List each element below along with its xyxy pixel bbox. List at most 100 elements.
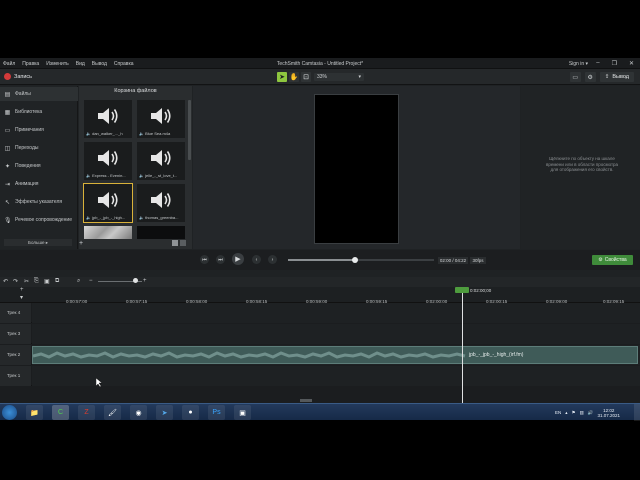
collapse-tracks-icon[interactable]: ▾ bbox=[20, 294, 23, 301]
media-item[interactable]: 🔈 thomas_greenba... bbox=[137, 184, 185, 222]
sidebar-item-annotations[interactable]: ▭ Примечания bbox=[0, 123, 78, 137]
redo-icon[interactable]: ↷ bbox=[13, 278, 18, 285]
screen-icon[interactable]: ▭ bbox=[569, 72, 581, 82]
sidebar-item-voice-narration[interactable]: 🎙 Речевое сопровождение bbox=[0, 213, 78, 227]
zoom-icon[interactable]: ⌕ bbox=[77, 278, 80, 285]
behavior-icon: ✦ bbox=[4, 163, 11, 170]
sidebar-item-behaviors[interactable]: ✦ Поведения bbox=[0, 159, 78, 173]
close-button[interactable]: ✕ bbox=[629, 60, 634, 67]
network-icon[interactable]: ▥ bbox=[580, 410, 584, 416]
preview-canvas[interactable] bbox=[314, 94, 399, 244]
volume-icon[interactable]: 🔊 bbox=[588, 410, 594, 416]
chevron-down-icon: ▾ bbox=[358, 74, 361, 80]
film-icon: ▤ bbox=[4, 91, 11, 98]
menu-modify[interactable]: Изменить bbox=[46, 61, 69, 67]
properties-button[interactable]: ⚙ Свойства bbox=[592, 255, 633, 265]
sidebar-item-cursor-effects[interactable]: ↖ Эффекты указателя bbox=[0, 195, 78, 209]
chrome-icon[interactable]: ◉ bbox=[130, 405, 147, 420]
camtasia-window: Файл Правка Изменить Вид Вывод Справка T… bbox=[0, 58, 640, 403]
media-item-selected[interactable]: 🔈 jpb_-_jpb_-_high... bbox=[83, 183, 133, 223]
explorer-icon[interactable]: 📁 bbox=[26, 405, 43, 420]
zoom-in-icon[interactable]: + bbox=[143, 278, 147, 284]
media-item[interactable]: 🔈 jelle_-_st_love_t... bbox=[137, 142, 185, 180]
grid-view-icon[interactable] bbox=[172, 240, 178, 246]
system-tray: EN ▴ ⚑ ▥ 🔊 12:02 31.07.2021 bbox=[555, 404, 640, 421]
track-lane[interactable] bbox=[32, 324, 640, 344]
signin-link[interactable]: Sign in ▾ bbox=[569, 61, 588, 67]
pointer-tool-icon[interactable]: ➤ bbox=[277, 72, 287, 82]
sidebar-item-transitions[interactable]: ◫ Переходы bbox=[0, 141, 78, 155]
cut-icon[interactable]: ✂ bbox=[24, 278, 29, 285]
track-label[interactable]: Трек 1 bbox=[0, 366, 31, 386]
zoom-select[interactable]: 33% ▾ bbox=[314, 73, 364, 81]
undo-icon[interactable]: ↶ bbox=[3, 278, 8, 285]
minimize-button[interactable]: – bbox=[596, 60, 599, 67]
media-item-image[interactable] bbox=[84, 226, 132, 239]
photoshop-icon[interactable]: Ps bbox=[208, 405, 225, 420]
menu-file[interactable]: Файл bbox=[3, 61, 15, 67]
maximize-button[interactable]: ❐ bbox=[612, 60, 617, 67]
media-item[interactable]: 🔈 dan_walker_..._h bbox=[84, 100, 132, 138]
track-label[interactable]: Трек 3 bbox=[0, 324, 31, 344]
step-forward-icon[interactable]: ⏭ bbox=[216, 255, 225, 264]
camtasia-icon[interactable]: C bbox=[52, 405, 69, 420]
animation-icon: ⇥ bbox=[4, 181, 11, 188]
split-icon[interactable]: ⧉ bbox=[55, 278, 59, 285]
start-button[interactable] bbox=[2, 405, 17, 420]
clock[interactable]: 12:02 31.07.2021 bbox=[597, 408, 620, 418]
media-bin-scrollbar[interactable] bbox=[188, 100, 191, 160]
add-media-icon[interactable]: + bbox=[79, 240, 83, 247]
gear-icon[interactable]: ⚙ bbox=[584, 72, 596, 82]
previous-clip-icon[interactable]: ‹ bbox=[252, 255, 261, 264]
menu-edit[interactable]: Правка bbox=[22, 61, 39, 67]
more-button[interactable]: Больше ▸ bbox=[4, 239, 72, 246]
menu-view[interactable]: Вид bbox=[76, 61, 85, 67]
sidebar-item-library[interactable]: ▦ Библиотека bbox=[0, 105, 78, 119]
recorder-icon[interactable]: ▣ bbox=[234, 405, 251, 420]
paint-icon[interactable]: 🖌 bbox=[104, 405, 121, 420]
track-label[interactable]: Трек 2 bbox=[0, 345, 31, 365]
language-indicator[interactable]: EN bbox=[555, 410, 561, 415]
playhead-line[interactable] bbox=[462, 287, 463, 403]
crop-tool-icon[interactable]: ⊡ bbox=[301, 72, 311, 82]
track-label[interactable]: Трек 4 bbox=[0, 303, 31, 323]
filezilla-icon[interactable]: Z bbox=[78, 405, 95, 420]
speaker-icon bbox=[151, 150, 171, 166]
audio-clip[interactable]: jpb_-_jpb_-_high_(irf.fm) bbox=[32, 346, 638, 364]
speaker-icon bbox=[151, 192, 171, 208]
sidebar-item-media[interactable]: ▤ Файлы bbox=[0, 87, 78, 101]
track-lane[interactable]: jpb_-_jpb_-_high_(irf.fm) bbox=[32, 345, 640, 365]
timeline-scrollbar[interactable] bbox=[300, 399, 312, 402]
show-desktop-button[interactable] bbox=[634, 404, 640, 421]
telegram-icon[interactable]: ➤ bbox=[156, 405, 173, 420]
seek-bar[interactable] bbox=[288, 257, 434, 263]
menu-help[interactable]: Справка bbox=[114, 61, 134, 67]
media-item-video[interactable] bbox=[137, 226, 185, 239]
sidebar-item-label: Эффекты указателя bbox=[15, 199, 63, 205]
play-button[interactable]: ▶ bbox=[232, 253, 244, 265]
export-button[interactable]: ⇪ Вывод bbox=[599, 72, 634, 82]
tray-arrow-icon[interactable]: ▴ bbox=[565, 410, 567, 416]
hand-tool-icon[interactable]: ✋ bbox=[289, 72, 299, 82]
seek-handle[interactable] bbox=[351, 257, 358, 263]
playhead-handle[interactable] bbox=[455, 287, 469, 293]
track-lane[interactable] bbox=[32, 366, 640, 386]
media-item[interactable]: 🔈 Express - Eveniн... bbox=[84, 142, 132, 180]
obs-icon[interactable]: ● bbox=[182, 405, 199, 420]
sidebar-item-animations[interactable]: ⇥ Анимация bbox=[0, 177, 78, 191]
copy-icon[interactable]: ⎘ bbox=[34, 278, 39, 285]
timeline-ruler[interactable]: + ▾ 0:00:57;00 0:00:57;15 0:00:58;00 0:0… bbox=[0, 287, 640, 304]
flag-icon[interactable]: ⚑ bbox=[572, 410, 576, 416]
add-track-icon[interactable]: + bbox=[20, 287, 24, 293]
next-clip-icon[interactable]: › bbox=[268, 255, 277, 264]
record-button[interactable]: Запись bbox=[4, 73, 32, 80]
track-lane[interactable] bbox=[32, 303, 640, 323]
zoom-out-icon[interactable]: − bbox=[89, 278, 93, 284]
paste-icon[interactable]: ▣ bbox=[44, 278, 50, 285]
step-back-icon[interactable]: ⏮ bbox=[200, 255, 209, 264]
media-item[interactable]: 🔈 Blue Sea.m4a bbox=[137, 100, 185, 138]
menu-export[interactable]: Вывод bbox=[92, 61, 107, 67]
timeline-toolbar: ↶ ↷ ✂ ⎘ ▣ ⧉ ⌕ − + bbox=[0, 277, 640, 287]
list-view-icon[interactable] bbox=[180, 240, 186, 246]
timeline-zoom-handle[interactable] bbox=[133, 278, 138, 283]
